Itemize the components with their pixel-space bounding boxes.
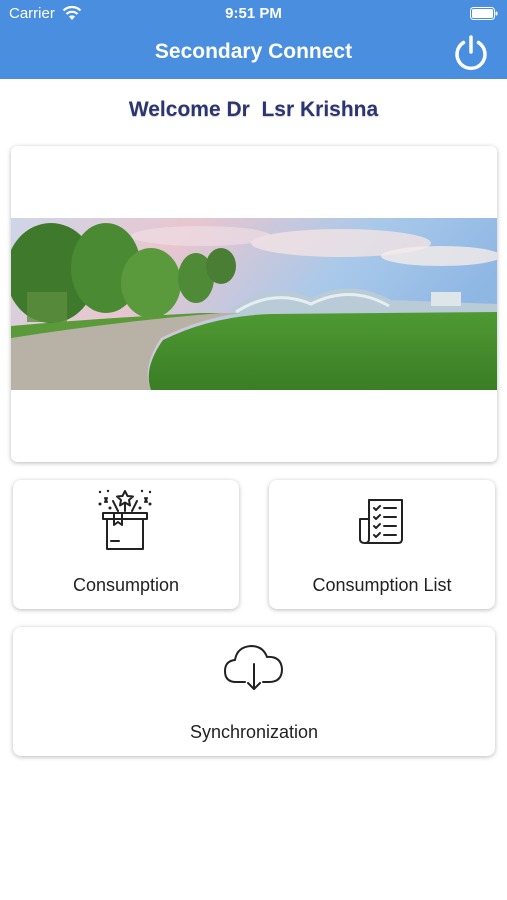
gift-box-icon	[98, 489, 152, 550]
cloud-download-icon	[224, 645, 283, 690]
checklist-icon	[359, 499, 403, 544]
consumption-list-tile[interactable]: Consumption List	[269, 480, 495, 609]
synchronization-tile[interactable]: Synchronization	[13, 627, 495, 756]
status-bar: Carrier 9:51 PM	[0, 0, 507, 28]
consumption-label: Consumption	[72, 575, 180, 595]
campus-photo	[11, 218, 497, 390]
status-time: 9:51 PM	[225, 5, 282, 22]
battery-icon	[470, 7, 498, 20]
app-header: Carrier 9:51 PM Secondary Connect	[0, 0, 507, 79]
synchronization-label: Synchronization	[189, 722, 319, 742]
consumption-tile[interactable]: Consumption	[13, 480, 239, 609]
app-title: Secondary Connect	[154, 40, 353, 63]
power-icon[interactable]	[452, 34, 490, 72]
consumption-list-label: Consumption List	[312, 575, 452, 595]
banner-card	[11, 146, 497, 462]
welcome-message: Welcome Dr Lsr Krishna	[128, 98, 379, 121]
